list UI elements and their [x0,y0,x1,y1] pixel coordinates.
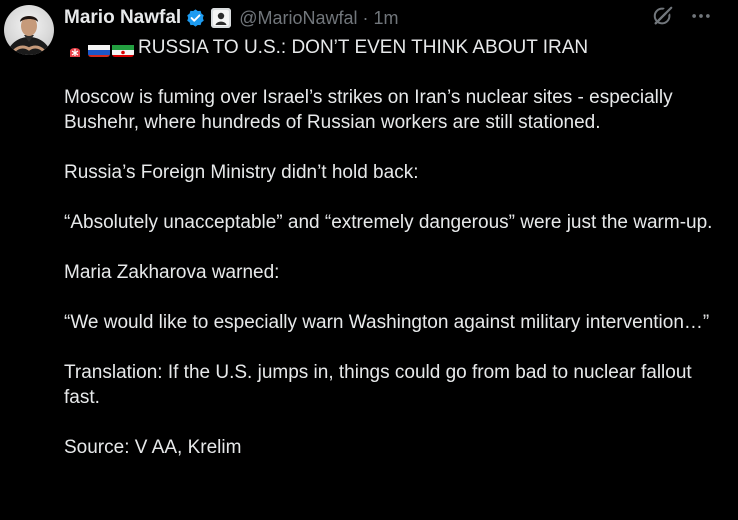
tweet-paragraph: “We would like to especially warn Washin… [64,312,710,333]
author-name[interactable]: Mario Nawfal [64,7,181,29]
tweet-paragraph: Moscow is fuming over Israel’s strikes o… [64,87,673,133]
more-options-icon[interactable] [690,5,712,32]
affiliate-badge-icon[interactable] [211,8,232,28]
tweet-header: Mario Nawfal @MarioNawfal · 1m [64,6,399,30]
headline-emojis [64,42,134,57]
tweet-headline: RUSSIA TO U.S.: DON’T EVEN THINK ABOUT I… [64,35,719,60]
tweet-paragraph: Translation: If the U.S. jumps in, thing… [64,362,692,408]
tweet-paragraph: Maria Zakharova warned: [64,262,280,283]
tweet: Mario Nawfal @MarioNawfal · 1m RUSSIA TO… [0,0,738,520]
author-handle[interactable]: @MarioNawfal [239,8,357,29]
verified-badge-icon [185,8,206,29]
tweet-text: RUSSIA TO U.S.: DON’T EVEN THINK ABOUT I… [64,35,719,485]
siren-emoji [64,42,86,57]
avatar-portrait [6,16,52,55]
avatar[interactable] [4,5,54,55]
header-actions [652,1,712,32]
headline-text: RUSSIA TO U.S.: DON’T EVEN THINK ABOUT I… [138,37,589,58]
tweet-paragraph: Source: V AA, Krelim [64,437,242,458]
grok-icon[interactable] [652,1,676,32]
russia-flag-emoji [88,42,110,57]
separator-dot: · [362,7,369,28]
iran-flag-emoji [112,42,134,57]
tweet-paragraph: “Absolutely unacceptable” and “extremely… [64,212,713,233]
tweet-paragraph: Russia’s Foreign Ministry didn’t hold ba… [64,162,419,183]
timestamp[interactable]: 1m [374,8,399,29]
